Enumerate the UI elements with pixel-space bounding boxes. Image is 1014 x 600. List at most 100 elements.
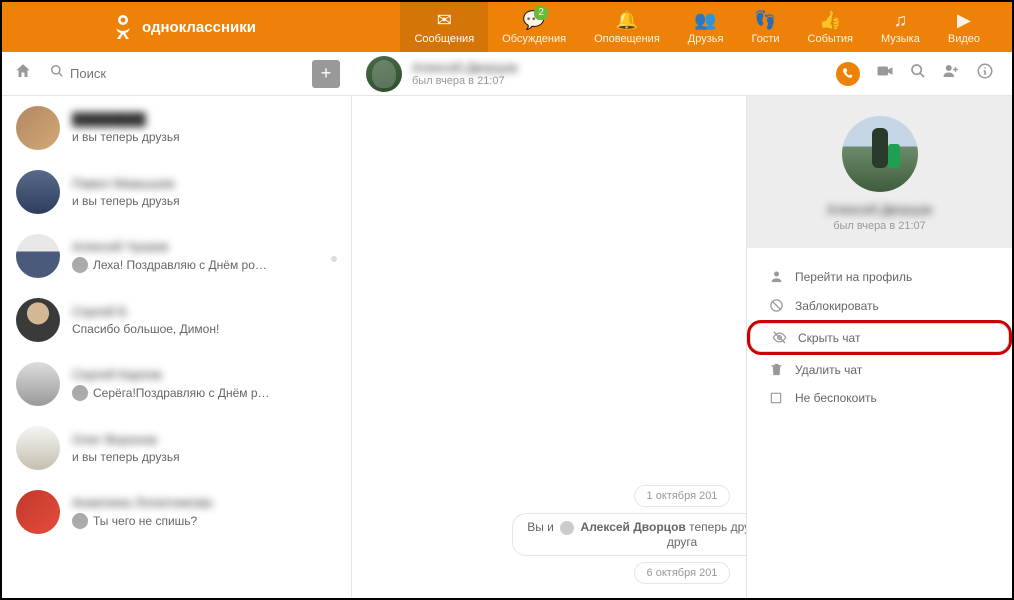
contact-name: Сергей Карпов (72, 367, 337, 382)
avatar (16, 170, 60, 214)
chat-header-avatar[interactable] (366, 56, 402, 92)
nav-label: Друзья (688, 33, 724, 45)
nav-item-6[interactable]: ♫ Музыка (867, 2, 934, 52)
menu-label: Не беспокоить (795, 391, 877, 405)
chat-header-status: был вчера в 21:07 (412, 75, 517, 87)
message-preview: Спасибо большое, Димон! (72, 322, 337, 336)
hide-icon (770, 330, 788, 345)
menu-item-hide[interactable]: Скрыть чат (747, 320, 1012, 355)
contact-name: Анжелика Лопатникова (72, 495, 337, 510)
info-icon[interactable] (976, 62, 994, 85)
contact-name: Павел Мамышев (72, 176, 337, 191)
list-item[interactable]: Павел Мамышев и вы теперь друзья (2, 160, 351, 224)
search-icon (50, 64, 64, 83)
add-user-icon[interactable] (942, 62, 960, 85)
toolbar: + Алексей Дворцов был вчера в 21:07 (2, 52, 1012, 96)
nav-icon: 👣 (754, 10, 776, 31)
panel-header: Алексей Дворцов был вчера в 21:07 (747, 96, 1012, 248)
video-icon[interactable] (876, 62, 894, 85)
mini-avatar-icon (560, 521, 574, 535)
mini-avatar-icon (72, 257, 88, 273)
contact-name: Алексей Чукаев (72, 239, 337, 254)
avatar (16, 490, 60, 534)
message-preview: Серёга!Поздравляю с Днём р… (72, 385, 337, 401)
nav-item-5[interactable]: 👍 События (794, 2, 867, 52)
list-item[interactable]: ████████ и вы теперь друзья (2, 96, 351, 160)
avatar (16, 298, 60, 342)
home-icon[interactable] (14, 62, 38, 86)
contact-name: Сергей Б (72, 304, 337, 319)
nav-label: Гости (751, 33, 779, 45)
menu-item-profile[interactable]: Перейти на профиль (747, 262, 1012, 291)
list-item[interactable]: Сергей Б Спасибо большое, Димон! (2, 288, 351, 352)
mini-avatar-icon (72, 513, 88, 529)
nav-item-0[interactable]: ✉ Сообщения (400, 2, 488, 52)
nav-item-1[interactable]: 💬Обсуждения2 (488, 2, 580, 52)
nav: ✉Сообщения💬Обсуждения2🔔Оповещения👥Друзья… (400, 2, 994, 52)
menu-label: Заблокировать (795, 299, 879, 313)
nav-label: Оповещения (594, 33, 660, 45)
nav-icon: ♫ (894, 10, 908, 31)
message-preview: и вы теперь друзья (72, 450, 337, 464)
nav-item-7[interactable]: ▶ Видео (934, 2, 994, 52)
nav-label: Видео (948, 33, 980, 45)
date-separator: 1 октября 201 (634, 485, 731, 507)
message-preview: и вы теперь друзья (72, 130, 337, 144)
mini-avatar-icon (72, 385, 88, 401)
dnd-icon (767, 391, 785, 405)
delete-icon (767, 362, 785, 377)
nav-icon: ✉ (437, 10, 452, 31)
nav-item-4[interactable]: 👣 Гости (737, 2, 793, 52)
top-header: одноклассники ✉Сообщения💬Обсуждения2🔔Опо… (2, 2, 1012, 52)
panel-avatar[interactable] (842, 116, 918, 192)
contact-name: ████████ (72, 112, 337, 127)
nav-badge: 2 (534, 6, 548, 20)
nav-icon: 👥 (694, 10, 716, 31)
contact-name: Олег Воронов (72, 432, 337, 447)
nav-item-3[interactable]: 👥 Друзья (674, 2, 738, 52)
message-preview: Леха! Поздравляю с Днём ро… (72, 257, 337, 273)
avatar (16, 362, 60, 406)
nav-label: Музыка (881, 33, 920, 45)
call-icon[interactable] (836, 62, 860, 86)
chat-header-name[interactable]: Алексей Дворцов (412, 60, 517, 75)
menu-label: Скрыть чат (798, 331, 860, 345)
menu-item-block[interactable]: Заблокировать (747, 291, 1012, 320)
search-chat-icon[interactable] (910, 63, 926, 84)
panel-status: был вчера в 21:07 (747, 220, 1012, 232)
profile-icon (767, 269, 785, 284)
list-item[interactable]: Сергей Карпов Серёга!Поздравляю с Днём р… (2, 352, 351, 416)
menu-label: Перейти на профиль (795, 270, 912, 284)
nav-label: События (808, 33, 853, 45)
panel-name[interactable]: Алексей Дворцов (747, 202, 1012, 217)
nav-item-2[interactable]: 🔔Оповещения (580, 2, 674, 52)
main: ████████ и вы теперь друзья Павел Мамыше… (2, 96, 1012, 598)
avatar (16, 426, 60, 470)
panel-menu: Перейти на профиль Заблокировать Скрыть ча… (747, 248, 1012, 426)
brand-name: одноклассники (142, 19, 256, 36)
nav-label: Обсуждения (502, 33, 566, 45)
list-item[interactable]: Анжелика Лопатникова Ты чего не спишь? (2, 480, 351, 544)
add-button[interactable]: + (312, 60, 340, 88)
date-separator: 6 октября 201 (634, 562, 731, 584)
nav-icon: 👍 (819, 10, 841, 31)
menu-item-dnd[interactable]: Не беспокоить (747, 384, 1012, 412)
list-item[interactable]: Алексей Чукаев Леха! Поздравляю с Днём р… (2, 224, 351, 288)
search-input[interactable] (70, 66, 312, 81)
chat-area: 1 октября 201 Вы и Алексей Дворцов тепер… (352, 96, 1012, 598)
avatar (16, 106, 60, 150)
menu-label: Удалить чат (795, 363, 862, 377)
list-item[interactable]: Олег Воронов и вы теперь друзья (2, 416, 351, 480)
search-box (50, 64, 312, 83)
profile-panel: Алексей Дворцов был вчера в 21:07 Перейт… (746, 96, 1012, 598)
message-preview: и вы теперь друзья (72, 194, 337, 208)
logo[interactable]: одноклассники (112, 13, 256, 41)
logo-icon (112, 13, 134, 41)
message-preview: Ты чего не спишь? (72, 513, 337, 529)
nav-label: Сообщения (414, 33, 474, 45)
menu-item-delete[interactable]: Удалить чат (747, 355, 1012, 384)
block-icon (767, 298, 785, 313)
nav-icon: ▶ (957, 10, 971, 31)
conversation-list: ████████ и вы теперь друзья Павел Мамыше… (2, 96, 352, 598)
avatar (16, 234, 60, 278)
